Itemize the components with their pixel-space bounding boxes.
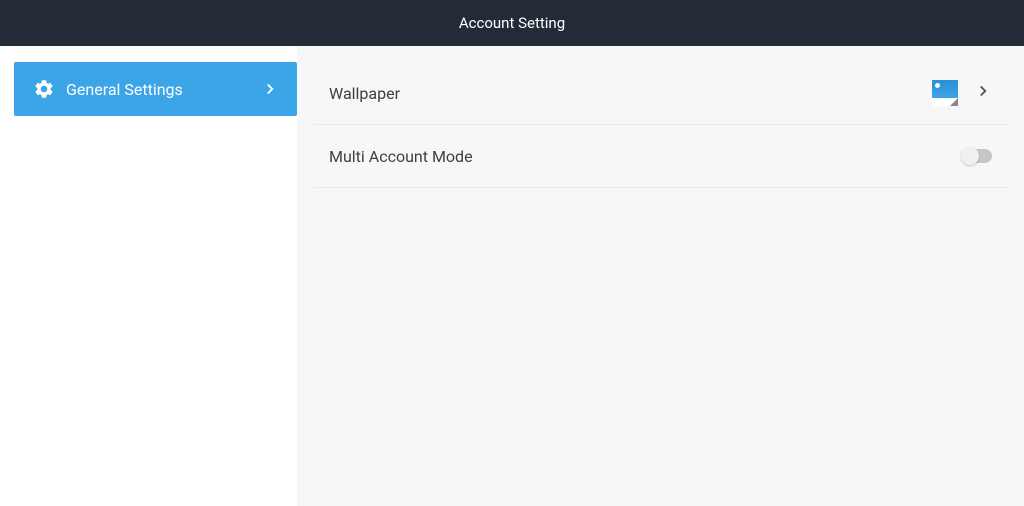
row-multi-account-label: Multi Account Mode (329, 147, 962, 166)
main-panel: Wallpaper Multi Account Mode (297, 46, 1024, 506)
row-multi-account-mode[interactable]: Multi Account Mode (313, 125, 1008, 188)
sidebar-item-label: General Settings (66, 80, 261, 99)
row-multi-account-right (962, 149, 992, 163)
wallpaper-thumbnail-icon (932, 80, 958, 106)
page-header: Account Setting (0, 0, 1024, 46)
chevron-right-icon (261, 80, 279, 98)
chevron-right-icon (974, 82, 992, 104)
row-wallpaper-label: Wallpaper (329, 84, 932, 103)
sidebar-item-general-settings[interactable]: General Settings (14, 62, 297, 116)
page-title: Account Setting (459, 14, 565, 32)
multi-account-toggle[interactable] (962, 149, 992, 163)
gear-icon (32, 77, 56, 101)
toggle-knob (961, 147, 979, 165)
sidebar: General Settings (0, 46, 297, 506)
content-area: General Settings Wallpaper (0, 46, 1024, 506)
row-wallpaper[interactable]: Wallpaper (313, 62, 1008, 125)
row-wallpaper-right (932, 80, 992, 106)
